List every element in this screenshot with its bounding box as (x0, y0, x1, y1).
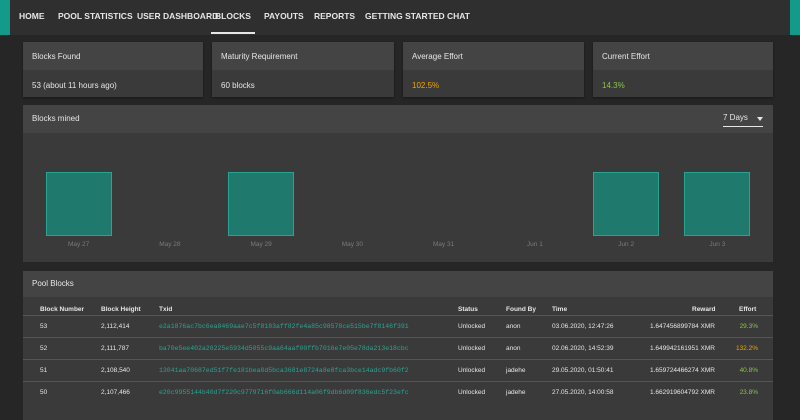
tab-user-dashboard[interactable]: USER DASHBOARD (137, 0, 218, 32)
card-value: 14.3% (602, 81, 625, 90)
row-divider (23, 337, 773, 338)
column-header: Effort (739, 306, 757, 313)
cell-txid[interactable]: 13041aa70687ed51f7fe181bea8d5bca3681e872… (159, 367, 409, 374)
cell-txid[interactable]: e2a1876ac7bc6ea8469aae7c5f8183aff82fe4a8… (159, 323, 409, 330)
card-title: Maturity Requirement (221, 52, 298, 61)
card-title: Current Effort (602, 52, 650, 61)
chart-title: Blocks mined (32, 114, 80, 123)
card-title: Blocks Found (32, 52, 81, 61)
cell-found-by: anon (506, 323, 521, 330)
cell-height: 2,111,787 (101, 345, 129, 352)
column-header: Time (552, 306, 568, 313)
cell-status: Unlocked (458, 367, 486, 374)
x-tick-label: Jun 2 (618, 241, 635, 248)
cell-height: 2,112,414 (101, 323, 130, 330)
column-header: Block Number (40, 306, 85, 313)
column-header: Found By (506, 306, 536, 313)
tab-payouts[interactable]: PAYOUTS (264, 0, 304, 32)
cell-time: 27.05.2020, 14:00:58 (552, 389, 614, 396)
cell-reward: 1.649942161951 XMR (649, 345, 715, 352)
card-title: Average Effort (412, 52, 463, 61)
x-tick-label: Jun 3 (709, 241, 726, 248)
column-header: Status (458, 306, 478, 313)
x-tick-label: May 28 (159, 241, 181, 248)
caret-down-icon (757, 117, 763, 121)
card-current-effort: Current Effort 14.3% (593, 42, 773, 97)
cell-time: 02.06.2020, 14:52:39 (552, 345, 614, 352)
cell-height: 2,107,466 (101, 389, 130, 396)
cell-number: 51 (40, 367, 48, 374)
cell-number: 50 (40, 389, 48, 396)
cell-status: Unlocked (458, 389, 486, 396)
tab-pool-statistics[interactable]: POOL STATISTICS (58, 0, 133, 32)
tab-reports[interactable]: REPORTS (314, 0, 355, 32)
cell-height: 2,108,540 (101, 367, 130, 374)
cell-reward: 1.647456899784 XMR (649, 323, 715, 330)
tab-blocks[interactable]: BLOCKS (211, 0, 255, 34)
card-blocks-found: Blocks Found 53 (about 11 hours ago) (23, 42, 203, 97)
card-value: 60 blocks (221, 81, 255, 90)
blocks-mined-panel: Blocks mined 7 Days (23, 105, 773, 262)
cell-found-by: jadehe (506, 367, 526, 374)
row-divider (23, 315, 773, 316)
cell-txid[interactable]: ba70e5ee402a26225e5934d5055c9aa64aaf00ff… (159, 345, 409, 352)
cell-reward: 1.659724466274 XMR (649, 367, 715, 374)
x-tick-label: Jun 1 (526, 241, 543, 248)
cell-effort: 29.3% (739, 323, 758, 330)
x-tick-label: May 27 (67, 241, 90, 248)
cell-found-by: jadehe (506, 389, 526, 396)
column-header: Block Height (101, 306, 141, 313)
x-tick-label: May 30 (341, 241, 364, 248)
tab-home[interactable]: HOME (19, 0, 45, 32)
cell-number: 53 (40, 323, 48, 330)
column-header: Txid (159, 306, 173, 313)
card-value: 53 (about 11 hours ago) (32, 81, 117, 90)
chart-bar[interactable] (684, 172, 751, 236)
cell-effort: 40.8% (739, 367, 758, 374)
x-tick-label: May 29 (250, 241, 272, 248)
row-divider (23, 359, 773, 360)
card-value: 102.5% (412, 81, 440, 90)
cell-found-by: anon (506, 345, 521, 352)
table-title: Pool Blocks (32, 279, 74, 288)
column-header: Reward (692, 306, 716, 313)
x-tick-label: May 31 (432, 241, 455, 248)
cell-time: 29.05.2020, 01:50:41 (552, 367, 614, 374)
cell-effort: 132.2% (735, 345, 758, 352)
cell-txid[interactable]: e20c9955144b40d7f220c9779716f0ab666d114a… (159, 389, 409, 396)
top-navigation: HOME POOL STATISTICS USER DASHBOARD BLOC… (10, 0, 790, 35)
accent-strip-left (0, 0, 10, 35)
cell-reward: 1.662919604792 XMR (649, 389, 715, 396)
cell-effort: 23.8% (739, 389, 758, 396)
accent-strip-right (790, 0, 800, 35)
chart-bar[interactable] (593, 172, 660, 236)
row-divider (23, 381, 773, 382)
cell-time: 03.06.2020, 12:47:26 (552, 323, 614, 330)
cell-number: 52 (40, 345, 48, 352)
chart-bar[interactable] (45, 172, 112, 236)
range-select[interactable]: 7 Days (723, 112, 763, 127)
card-average-effort: Average Effort 102.5% (403, 42, 584, 97)
cell-status: Unlocked (458, 323, 486, 330)
cell-status: Unlocked (458, 345, 486, 352)
tab-chat[interactable]: CHAT (447, 0, 470, 32)
card-maturity-requirement: Maturity Requirement 60 blocks (212, 42, 394, 97)
tab-getting-started[interactable]: GETTING STARTED (365, 0, 445, 32)
range-label: 7 Days (723, 113, 748, 122)
chart-bar[interactable] (228, 172, 295, 236)
